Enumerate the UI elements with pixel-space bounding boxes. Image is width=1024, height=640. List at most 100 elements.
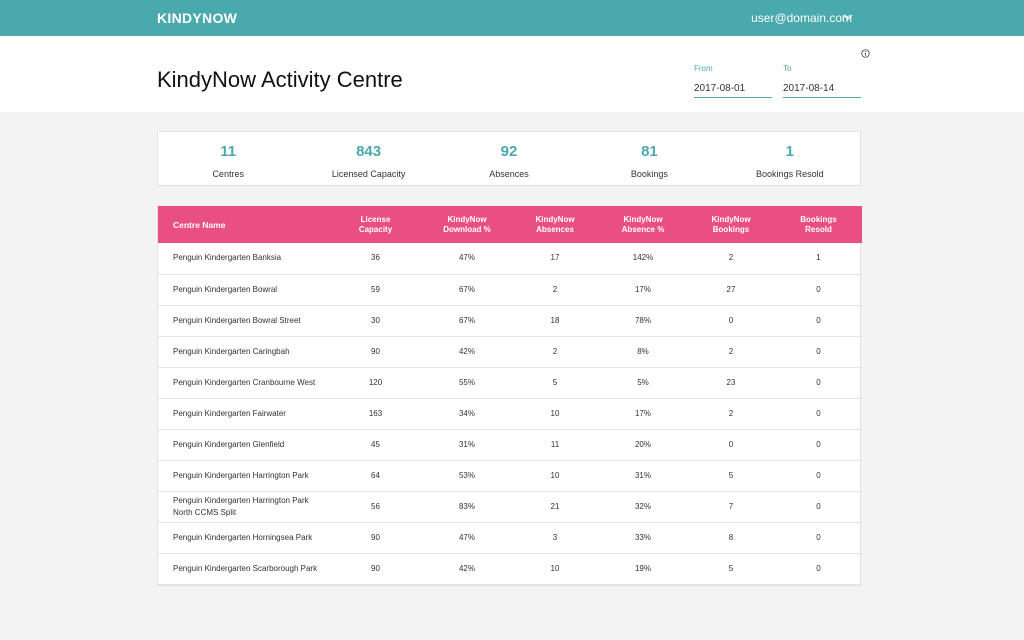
column-header-bookings[interactable]: KindyNow Bookings xyxy=(687,206,775,243)
cell-absence-percent: 17% xyxy=(634,408,651,418)
column-header-line: Resold xyxy=(805,224,832,234)
cell-license-capacity: 120 xyxy=(368,377,383,387)
column-header-line: KindyNow xyxy=(623,214,663,224)
from-date-group: From xyxy=(694,64,772,98)
cell-absences: 5 xyxy=(552,377,558,387)
cell-license-capacity: 90 xyxy=(371,346,380,356)
cell-absence-percent: 33% xyxy=(634,532,651,542)
cell-bookings: 27 xyxy=(726,284,736,294)
cell-centre-name: Penguin Kindergarten Horningsea Park xyxy=(173,532,313,542)
table-row[interactable]: Penguin Kindergarten Harrington Park 64 53… xyxy=(158,460,862,491)
cell-bookings: 2 xyxy=(728,408,734,418)
column-header-license-capacity[interactable]: License Capacity xyxy=(328,206,423,243)
to-date-input[interactable] xyxy=(783,81,861,98)
cell-absence-percent: 31% xyxy=(634,470,651,480)
cell-bookings-resold: 0 xyxy=(816,439,821,449)
cell-bookings: 7 xyxy=(728,501,734,511)
table-row[interactable]: Penguin Kindergarten Caringbah 90 42% 2 8% 2 0 xyxy=(158,336,862,367)
cell-download-percent: 31% xyxy=(458,439,475,449)
cell-download-percent: 53% xyxy=(458,470,475,480)
cell-license-capacity: 59 xyxy=(371,284,380,294)
cell-download-percent: 67% xyxy=(458,315,475,325)
from-date-input[interactable] xyxy=(694,81,772,98)
column-header-absence-percent[interactable]: KindyNow Absence % xyxy=(599,206,687,243)
cell-centre-name: Penguin Kindergarten Bowral xyxy=(173,284,278,294)
top-bar: KINDYNOW user@domain.com xyxy=(0,0,1024,36)
cell-centre-name: Penguin Kindergarten Harrington Park Nor… xyxy=(173,495,309,517)
table-row[interactable]: Penguin Kindergarten Cranbourne West 120 5… xyxy=(158,367,862,398)
column-header-line: Absences xyxy=(536,224,574,234)
cell-bookings-resold: 0 xyxy=(816,346,821,356)
cell-bookings: 0 xyxy=(728,439,734,449)
stat-value: 92 xyxy=(500,143,518,160)
cell-bookings-resold: 0 xyxy=(816,470,821,480)
cell-absence-percent: 20% xyxy=(634,439,651,449)
column-header-line: KindyNow xyxy=(535,214,575,224)
cell-absence-percent: 17% xyxy=(634,284,651,294)
cell-bookings-resold: 0 xyxy=(816,284,821,294)
table-row[interactable]: Penguin Kindergarten Scarborough Park 90 4… xyxy=(158,553,862,584)
cell-centre-name: Penguin Kindergarten Banksia xyxy=(173,253,282,263)
stat-label: Licensed Capacity xyxy=(331,169,406,179)
to-date-label: To xyxy=(783,64,792,73)
cell-download-percent: 55% xyxy=(458,377,475,387)
to-date-group: To xyxy=(783,64,861,98)
table-row[interactable]: Penguin Kindergarten Horningsea Park 90 47… xyxy=(158,522,862,553)
column-header-line: KindyNow xyxy=(711,214,751,224)
cell-centre-name: Penguin Kindergarten Bowral Street xyxy=(173,315,301,325)
cell-centre-name: Penguin Kindergarten Harrington Park xyxy=(173,470,309,480)
cell-absences: 10 xyxy=(550,563,560,573)
cell-absences: 2 xyxy=(552,346,558,356)
stat-licensed-capacity: 843 Licensed Capacity xyxy=(298,132,438,185)
column-header-absences[interactable]: KindyNow Absences xyxy=(511,206,599,243)
column-header-line: Download % xyxy=(443,224,491,234)
stat-value: 11 xyxy=(220,143,237,160)
table-row[interactable]: Penguin Kindergarten Harrington Park Nor… xyxy=(158,491,862,522)
column-header-download-percent[interactable]: KindyNow Download % xyxy=(423,206,511,243)
cell-centre-name: Penguin Kindergarten Fairwater xyxy=(173,408,286,418)
brand-logo[interactable]: KINDYNOW xyxy=(157,10,237,26)
column-header-line: Absence % xyxy=(621,224,665,234)
table-row[interactable]: Penguin Kindergarten Bowral 59 67% 2 17% 27 0 xyxy=(158,274,862,305)
column-header-line: KindyNow xyxy=(447,214,487,224)
cell-download-percent: 42% xyxy=(458,346,475,356)
cell-download-percent: 67% xyxy=(458,284,475,294)
cell-bookings-resold: 1 xyxy=(816,253,821,263)
cell-bookings: 2 xyxy=(728,253,734,263)
summary-stats: 11 Centres 843 Licensed Capacity 92 Abse… xyxy=(157,131,861,186)
cell-license-capacity: 90 xyxy=(371,532,380,542)
cell-download-percent: 47% xyxy=(458,253,475,263)
stat-label: Bookings Resold xyxy=(756,169,824,179)
cell-download-percent: 34% xyxy=(458,408,475,418)
cell-absence-percent: 78% xyxy=(634,315,651,325)
cell-absences: 3 xyxy=(552,532,558,542)
cell-absences: 17 xyxy=(550,253,560,263)
info-icon[interactable] xyxy=(861,49,870,58)
stat-value: 1 xyxy=(785,143,794,160)
cell-absences: 11 xyxy=(550,439,560,449)
column-header-centre-name[interactable]: Centre Name xyxy=(158,206,328,243)
table-row[interactable]: Penguin Kindergarten Fairwater 163 34% 10 17… xyxy=(158,398,862,429)
table-row[interactable]: Penguin Kindergarten Bowral Street 30 67% 1… xyxy=(158,305,862,336)
cell-absence-percent: 32% xyxy=(634,501,651,511)
chevron-down-icon[interactable] xyxy=(843,10,853,24)
centres-table-container: Centre Name License Capacity KindyNow Downlo… xyxy=(157,206,862,586)
stat-label: Absences xyxy=(489,169,529,179)
cell-absence-percent: 8% xyxy=(637,346,649,356)
table-header-row: Centre Name License Capacity KindyNow Downlo… xyxy=(158,206,862,243)
user-menu[interactable]: user@domain.com xyxy=(751,11,852,25)
column-header-line: Centre Name xyxy=(173,219,226,230)
table-row[interactable]: Penguin Kindergarten Glenfield 45 31% 11 20%… xyxy=(158,429,862,460)
cell-bookings-resold: 0 xyxy=(816,563,821,573)
column-header-line: Bookings xyxy=(800,214,837,224)
cell-license-capacity: 45 xyxy=(371,439,380,449)
cell-absence-percent: 142% xyxy=(632,253,654,263)
table-row[interactable]: Penguin Kindergarten Banksia 36 47% 17 142% 2… xyxy=(158,243,862,274)
cell-absences: 10 xyxy=(550,470,560,480)
cell-bookings: 2 xyxy=(728,346,734,356)
cell-centre-name: Penguin Kindergarten Glenfield xyxy=(173,439,285,449)
cell-absences: 2 xyxy=(552,284,558,294)
cell-bookings: 5 xyxy=(728,563,734,573)
column-header-bookings-resold[interactable]: Bookings Resold xyxy=(775,206,862,243)
stat-value: 843 xyxy=(356,143,382,160)
